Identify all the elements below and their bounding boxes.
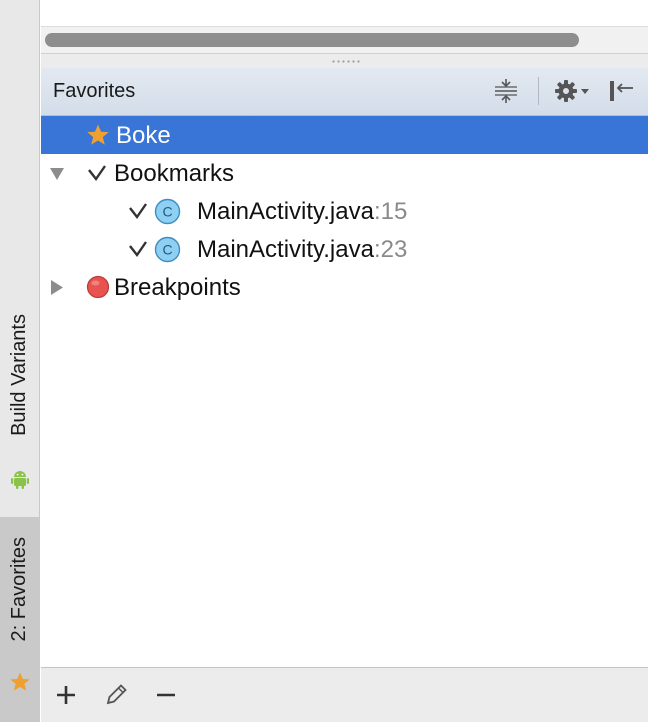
java-class-icon: C [154,236,181,263]
favorites-tab-label: 2: Favorites [8,537,30,642]
favorites-tab[interactable]: 2: Favorites [0,517,40,722]
checkmark-icon [88,165,106,182]
svg-text:C: C [162,242,172,258]
favorites-tool-window: Favorites Boke Bookmarks C MainActivity.… [41,0,648,722]
tree-item-label: Bookmarks [114,160,235,187]
expanded-arrow-icon[interactable] [49,167,65,181]
build-variants-tab-label: Build Variants [8,314,30,436]
tree-item-bookmark[interactable]: C MainActivity.java:23 [41,230,648,268]
tree-item-breakpoints[interactable]: Breakpoints [41,268,648,306]
build-variants-tab[interactable]: Build Variants [0,300,40,500]
star-icon [10,672,30,691]
java-class-icon: C [154,198,181,225]
android-icon [11,471,29,489]
panel-splitter[interactable] [41,53,648,68]
collapsed-arrow-icon[interactable] [50,279,64,296]
svg-text:C: C [162,204,172,220]
bookmark-line-number: :15 [373,198,408,225]
gear-icon[interactable] [550,76,594,106]
tree-item-bookmark[interactable]: C MainActivity.java:15 [41,192,648,230]
bookmark-file-name: MainActivity.java [197,198,374,225]
editor-area [41,0,648,26]
header-separator [538,77,539,105]
panel-title: Favorites [53,80,136,102]
tool-window-strip: Build Variants 2: Favorites [0,0,40,722]
panel-header: Favorites [41,68,648,116]
tree-item-bookmarks[interactable]: Bookmarks [41,154,648,192]
edit-icon[interactable] [101,680,131,710]
bookmark-line-number: :23 [373,236,408,263]
checkmark-icon [129,203,147,220]
bookmark-file-name: MainActivity.java [197,236,374,263]
checkmark-icon [129,241,147,258]
splitter-grip-icon[interactable] [331,59,361,64]
tree-item-boke[interactable]: Boke [41,116,648,154]
tree-item-label: Breakpoints [114,274,241,301]
star-icon [87,124,109,145]
hide-panel-icon[interactable] [606,76,636,106]
horizontal-scrollbar[interactable] [41,26,648,53]
scrollbar-thumb[interactable] [45,33,579,47]
remove-icon[interactable] [151,680,181,710]
collapse-all-icon[interactable] [491,76,521,106]
tree-item-label: Boke [116,122,171,149]
bottom-toolbar [41,667,648,722]
breakpoint-icon [86,275,110,299]
add-icon[interactable] [51,680,81,710]
